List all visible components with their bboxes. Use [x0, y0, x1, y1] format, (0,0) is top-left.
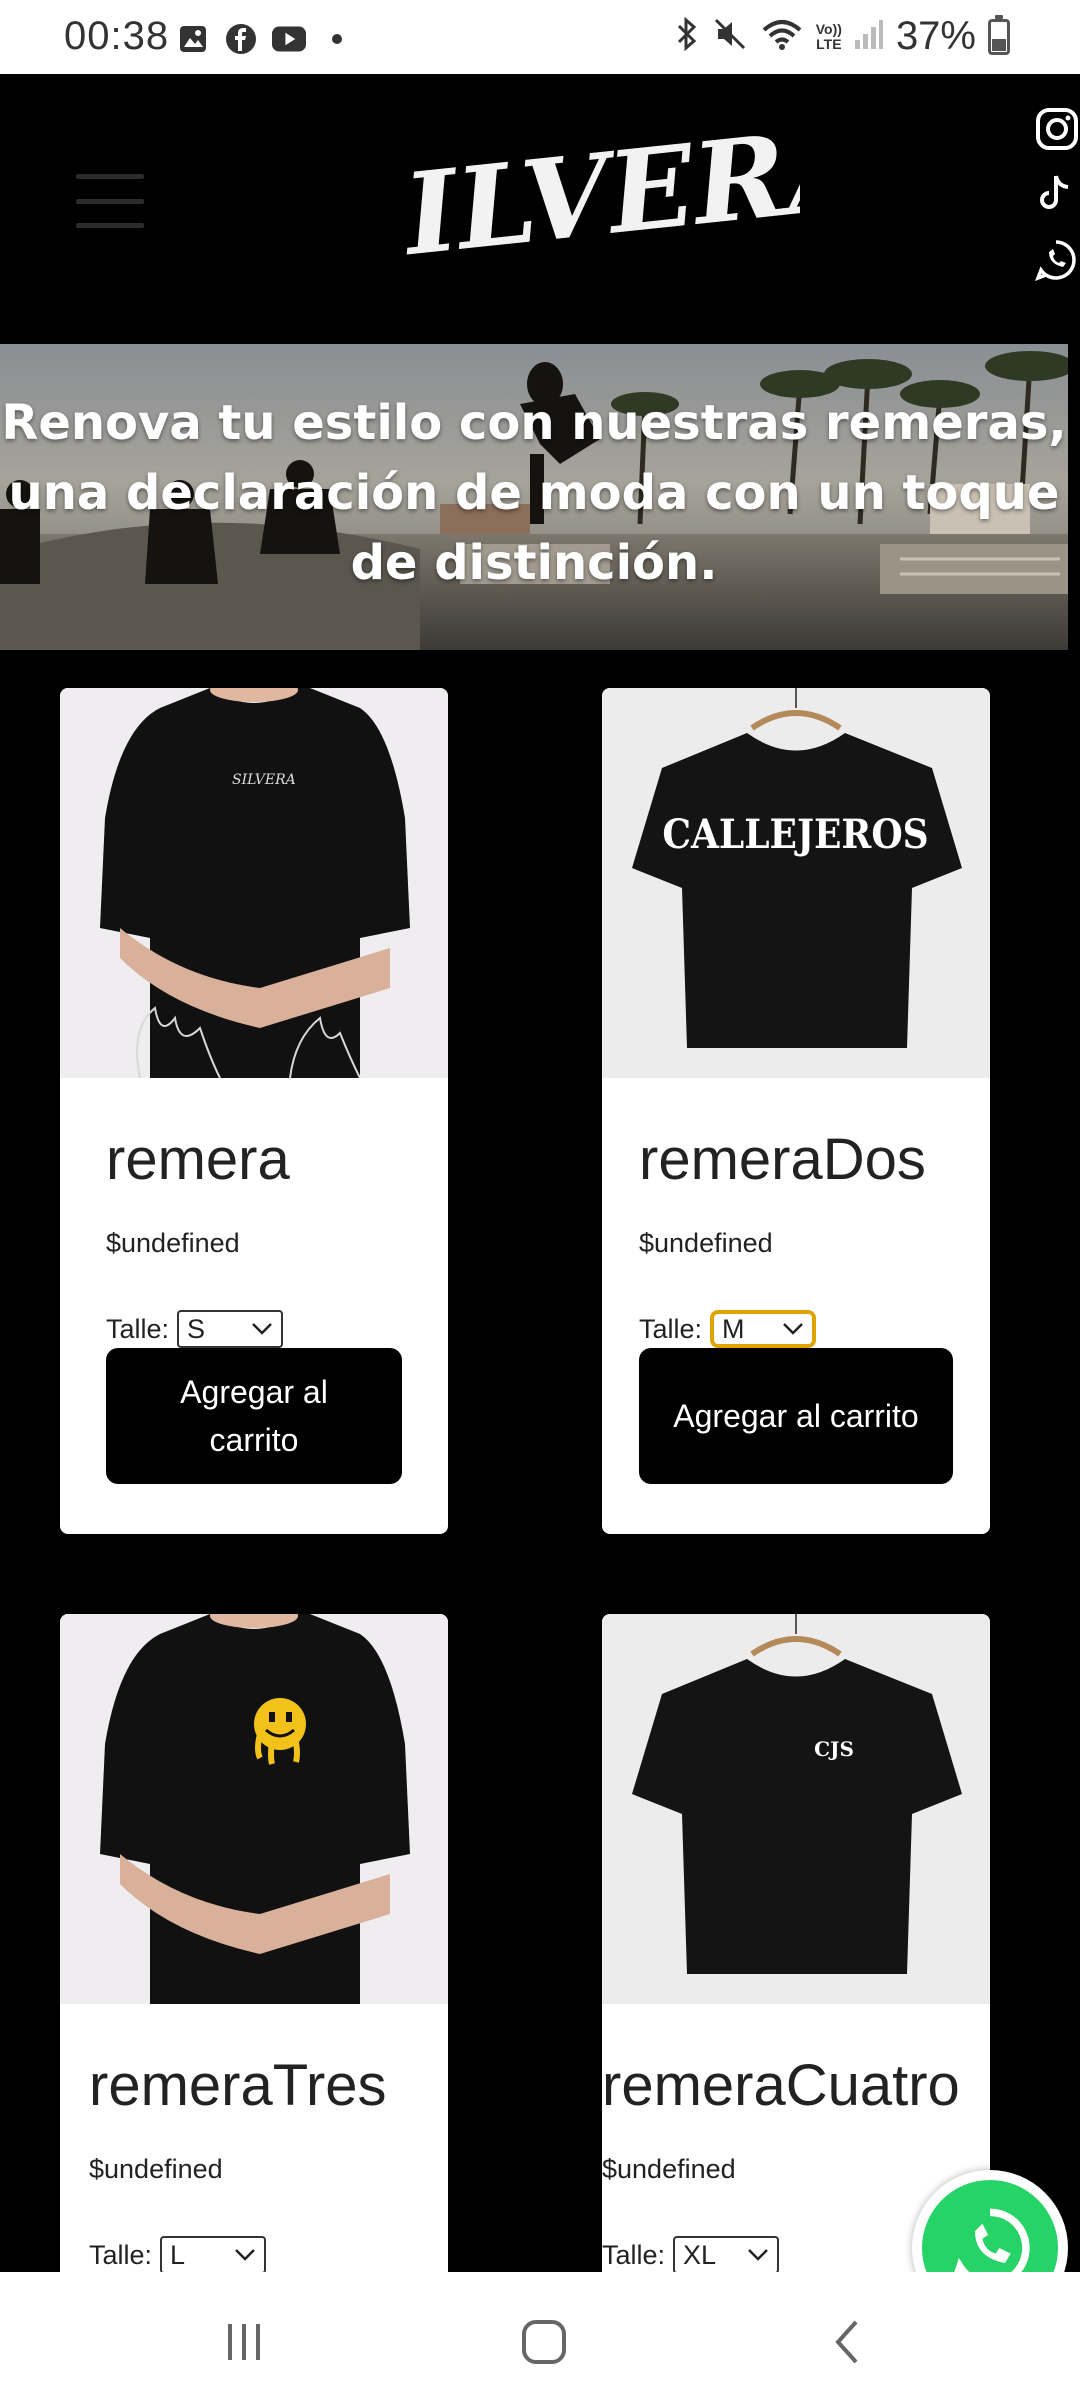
home-icon — [522, 2320, 566, 2364]
size-label: Talle: — [89, 2239, 153, 2270]
product-card: CALLEJEROS remeraDos $undefined Talle: M… — [602, 688, 990, 1534]
size-select[interactable]: M — [710, 1310, 817, 1348]
product-name: remeraDos — [639, 1127, 926, 1192]
battery-fill — [992, 39, 1006, 51]
signal-icon — [854, 18, 884, 55]
recent-apps-button[interactable] — [214, 2312, 274, 2372]
size-select[interactable]: S — [177, 1310, 284, 1348]
facebook-icon — [224, 22, 258, 56]
menu-icon[interactable] — [76, 174, 144, 228]
site-header: SILVERA — [0, 74, 1080, 344]
size-row: Talle: M — [639, 1310, 817, 1348]
gallery-icon — [176, 22, 210, 56]
back-icon — [835, 2320, 858, 2364]
mute-icon — [712, 16, 748, 57]
size-label: Talle: — [602, 2239, 666, 2270]
product-image[interactable]: CALLEJEROS — [602, 688, 990, 1078]
size-value: XL — [683, 2239, 717, 2270]
size-select[interactable]: XL — [673, 2236, 780, 2274]
wifi-icon — [760, 16, 804, 57]
size-label: Talle: — [106, 1313, 170, 1344]
shirt-print: SILVERA — [232, 772, 296, 788]
silvera-logo[interactable]: SILVERA — [400, 116, 800, 286]
product-card: remeraTres $undefined Talle: L — [60, 1614, 448, 2314]
product-card: SILVERA remera $undefined Talle: S Agreg… — [60, 688, 448, 1534]
chevron-down-icon — [783, 1323, 803, 1335]
size-value: M — [722, 1313, 745, 1344]
status-time: 00:38 — [64, 14, 170, 58]
product-price: $undefined — [106, 1228, 240, 1258]
size-select[interactable]: L — [160, 2236, 267, 2274]
recent-apps-icon — [228, 2324, 260, 2360]
battery-percent: 37% — [895, 14, 976, 58]
hero-text: Renova tu estilo con nuestras remeras, u… — [1, 395, 1067, 591]
bluetooth-icon — [674, 16, 700, 57]
youtube-icon — [272, 22, 306, 56]
add-to-cart-button[interactable]: Agregar al carrito — [639, 1348, 953, 1484]
product-image[interactable]: SILVERA — [60, 688, 448, 1078]
tiktok-icon[interactable] — [1032, 170, 1080, 218]
size-row: Talle: XL — [602, 2236, 780, 2274]
hero-banner: Renova tu estilo con nuestras remeras, u… — [0, 344, 1068, 650]
product-name: remeraCuatro — [602, 2053, 960, 2118]
status-bar: 00:38 Vo)) LTE 37% — [0, 0, 1080, 74]
size-label: Talle: — [639, 1313, 703, 1344]
system-icons: Vo)) LTE 37% — [674, 14, 1010, 59]
home-button[interactable] — [514, 2312, 574, 2372]
add-to-cart-button[interactable]: Agregar al carrito — [106, 1348, 402, 1484]
instagram-icon[interactable] — [1032, 104, 1080, 152]
size-value: S — [187, 1313, 206, 1344]
size-value: L — [170, 2239, 186, 2270]
social-links — [1032, 104, 1080, 284]
notification-icons — [176, 22, 354, 56]
volte-icon: Vo)) LTE — [815, 20, 842, 52]
dot-icon — [320, 22, 354, 56]
product-image[interactable] — [60, 1614, 448, 2004]
product-name: remeraTres — [89, 2053, 387, 2118]
chevron-down-icon — [252, 1323, 272, 1335]
whatsapp-icon[interactable] — [1032, 236, 1080, 284]
back-button[interactable] — [818, 2312, 878, 2372]
product-price: $undefined — [602, 2154, 736, 2184]
battery-icon — [988, 14, 1010, 55]
size-row: Talle: S — [106, 1310, 284, 1348]
product-price: $undefined — [89, 2154, 223, 2184]
size-row: Talle: L — [89, 2236, 267, 2274]
shirt-print: CJS — [814, 1737, 854, 1761]
product-name: remera — [106, 1127, 290, 1192]
android-nav-bar — [0, 2272, 1080, 2408]
chevron-down-icon — [235, 2249, 255, 2261]
logo-text: SILVERA — [400, 116, 800, 286]
chevron-down-icon — [748, 2249, 768, 2261]
product-price: $undefined — [639, 1228, 773, 1258]
product-image[interactable]: CJS — [602, 1614, 990, 2004]
shirt-print: CALLEJEROS — [662, 810, 928, 857]
